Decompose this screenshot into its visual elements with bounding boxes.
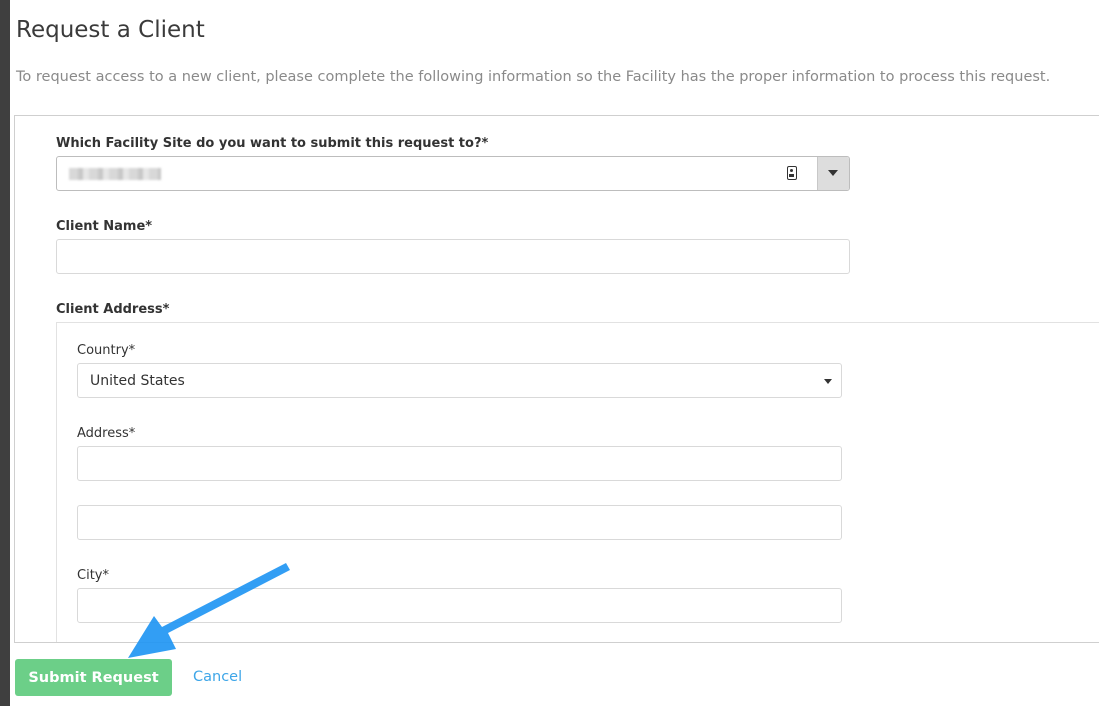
chevron-down-icon — [824, 379, 832, 384]
chevron-down-icon — [828, 170, 838, 176]
cancel-link[interactable]: Cancel — [193, 669, 242, 685]
facility-site-value-redacted — [69, 168, 161, 180]
page-intro: To request access to a new client, pleas… — [16, 69, 1051, 85]
facility-site-label: Which Facility Site do you want to submi… — [56, 136, 489, 151]
client-name-label: Client Name* — [56, 219, 153, 234]
request-form-panel: Which Facility Site do you want to submi… — [14, 115, 1099, 643]
client-address-panel: Country* United States Address* City* — [56, 322, 1099, 642]
address-label: Address* — [77, 426, 136, 441]
submit-request-button[interactable]: Submit Request — [15, 659, 172, 696]
address-line1-input[interactable] — [77, 446, 842, 481]
city-input[interactable] — [77, 588, 842, 623]
facility-site-dropdown-button[interactable] — [817, 157, 849, 190]
contact-card-icon[interactable] — [787, 166, 797, 180]
address-line2-input[interactable] — [77, 505, 842, 540]
country-value: United States — [90, 373, 185, 389]
client-name-input[interactable] — [56, 239, 850, 274]
country-select[interactable]: United States — [77, 363, 842, 398]
page-title: Request a Client — [16, 17, 205, 43]
country-label: Country* — [77, 343, 136, 358]
client-address-label: Client Address* — [56, 302, 170, 317]
city-label: City* — [77, 568, 109, 583]
left-edge-strip — [0, 0, 10, 706]
facility-site-select[interactable] — [56, 156, 850, 191]
